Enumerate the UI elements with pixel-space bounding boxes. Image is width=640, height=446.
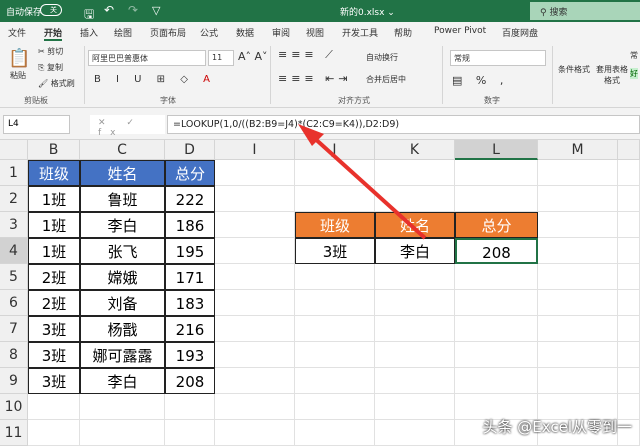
annotation-arrow — [298, 124, 427, 240]
watermark: 头条 @Excel从零到一 — [482, 418, 632, 436]
